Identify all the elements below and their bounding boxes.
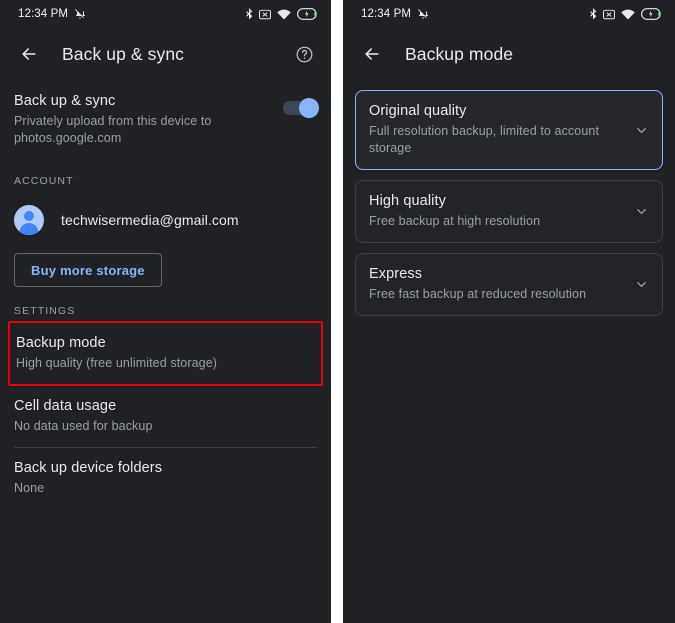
battery-charging-icon <box>297 8 319 20</box>
chevron-down-icon[interactable] <box>632 121 650 139</box>
setting-title: Backup mode <box>16 335 106 351</box>
buy-storage-wrap: Buy more storage <box>0 235 331 287</box>
wifi-icon <box>621 9 635 20</box>
status-bar-left: 12:34 PM <box>0 0 331 28</box>
backup-mode-options-list: Original quality Full resolution backup,… <box>343 80 675 316</box>
setting-row-cell-data-usage[interactable]: Cell data usage No data used for backup <box>0 386 331 447</box>
status-bar-clock: 12:34 PM <box>18 8 69 20</box>
option-title: High quality <box>369 193 446 209</box>
option-card-original-quality[interactable]: Original quality Full resolution backup,… <box>355 90 663 170</box>
vibrate-off-icon <box>259 9 271 20</box>
option-title: Original quality <box>369 103 467 119</box>
status-bar-clock: 12:34 PM <box>361 8 412 20</box>
bluetooth-icon <box>245 8 253 20</box>
settings-list: Backup mode High quality (free unlimited… <box>0 321 331 509</box>
page-title: Backup mode <box>405 43 514 64</box>
arrow-left-icon[interactable] <box>14 39 44 69</box>
option-card-express[interactable]: Express Free fast backup at reduced reso… <box>355 253 663 316</box>
left-phone-screen: 12:34 PM Back up & sync Back up & sync P… <box>0 0 331 623</box>
account-section-label: ACCOUNT <box>14 175 74 187</box>
bluetooth-icon <box>589 8 597 20</box>
settings-section-label: SETTINGS <box>14 305 76 317</box>
left-panel-body: Back up & sync Privately upload from thi… <box>0 80 331 509</box>
chevron-down-icon[interactable] <box>632 203 650 221</box>
help-circle-icon[interactable] <box>289 39 319 69</box>
setting-subtitle: None <box>14 481 45 495</box>
notifications-off-icon <box>417 8 429 20</box>
option-subtitle: Free backup at high resolution <box>369 214 541 228</box>
chevron-down-icon[interactable] <box>632 276 650 294</box>
setting-row-backup-device-folders[interactable]: Back up device folders None <box>0 448 331 509</box>
panel-gutter <box>331 0 343 623</box>
person-avatar-icon <box>14 205 44 235</box>
setting-row-backup-mode[interactable]: Backup mode High quality (free unlimited… <box>8 321 323 386</box>
option-subtitle: Free fast backup at reduced resolution <box>369 287 587 301</box>
backup-sync-switch[interactable] <box>283 98 319 118</box>
account-row[interactable]: techwisermedia@gmail.com <box>0 187 331 235</box>
status-bar-right: 12:34 PM <box>343 0 675 28</box>
backup-sync-title: Back up & sync <box>14 93 116 109</box>
setting-subtitle: No data used for backup <box>14 419 153 433</box>
status-bar-icons-left <box>245 8 319 20</box>
option-title: Express <box>369 266 423 282</box>
right-phone-screen: 12:34 PM Backup mode Original quality Fu… <box>343 0 675 623</box>
option-subtitle: Full resolution backup, limited to accou… <box>369 124 600 155</box>
status-bar-icons-right <box>589 8 663 20</box>
wifi-icon <box>277 9 291 20</box>
vibrate-off-icon <box>603 9 615 20</box>
backup-sync-subtitle: Privately upload from this device to pho… <box>14 114 212 145</box>
account-email: techwisermedia@gmail.com <box>61 212 239 228</box>
setting-subtitle: High quality (free unlimited storage) <box>16 356 218 370</box>
notifications-off-icon <box>74 8 86 20</box>
backup-sync-toggle-row[interactable]: Back up & sync Privately upload from thi… <box>0 80 331 157</box>
option-card-high-quality[interactable]: High quality Free backup at high resolut… <box>355 180 663 243</box>
app-bar-left: Back up & sync <box>0 28 331 80</box>
setting-title: Back up device folders <box>14 460 163 476</box>
buy-more-storage-button[interactable]: Buy more storage <box>14 253 162 287</box>
page-title: Back up & sync <box>62 43 185 64</box>
switch-thumb <box>299 98 319 118</box>
app-bar-right: Backup mode <box>343 28 675 80</box>
setting-title: Cell data usage <box>14 398 117 414</box>
screenshot-stage: 12:34 PM Back up & sync Back up & sync P… <box>0 0 675 623</box>
arrow-left-icon[interactable] <box>357 39 387 69</box>
battery-charging-icon <box>641 8 663 20</box>
